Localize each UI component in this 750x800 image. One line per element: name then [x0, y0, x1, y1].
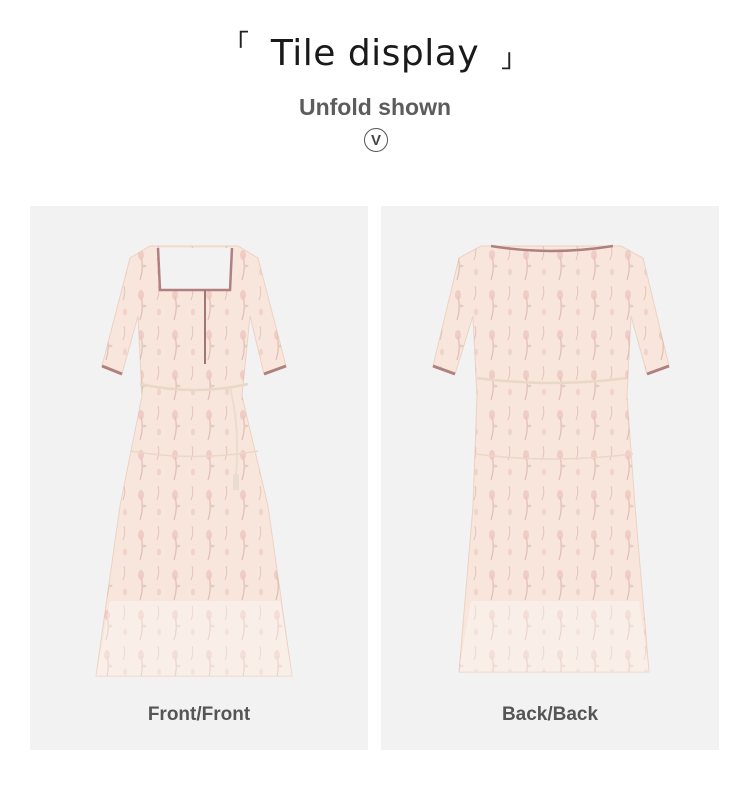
back-view-panel: Back/Back: [381, 206, 719, 750]
title-text: Tile display: [270, 33, 480, 74]
dress-back-image: [432, 244, 670, 673]
section-title: 「 Tile display 」: [0, 30, 750, 72]
front-view-panel: Front/Front: [30, 206, 368, 750]
dress-front-image: [95, 245, 293, 677]
back-caption: Back/Back: [501, 704, 599, 725]
open-bracket: 「: [222, 30, 249, 60]
front-caption: Front/Front: [147, 704, 251, 725]
close-bracket: 」: [501, 44, 528, 74]
subtitle: Unfold shown: [298, 94, 452, 120]
expand-chevron-icon[interactable]: V: [364, 128, 388, 152]
